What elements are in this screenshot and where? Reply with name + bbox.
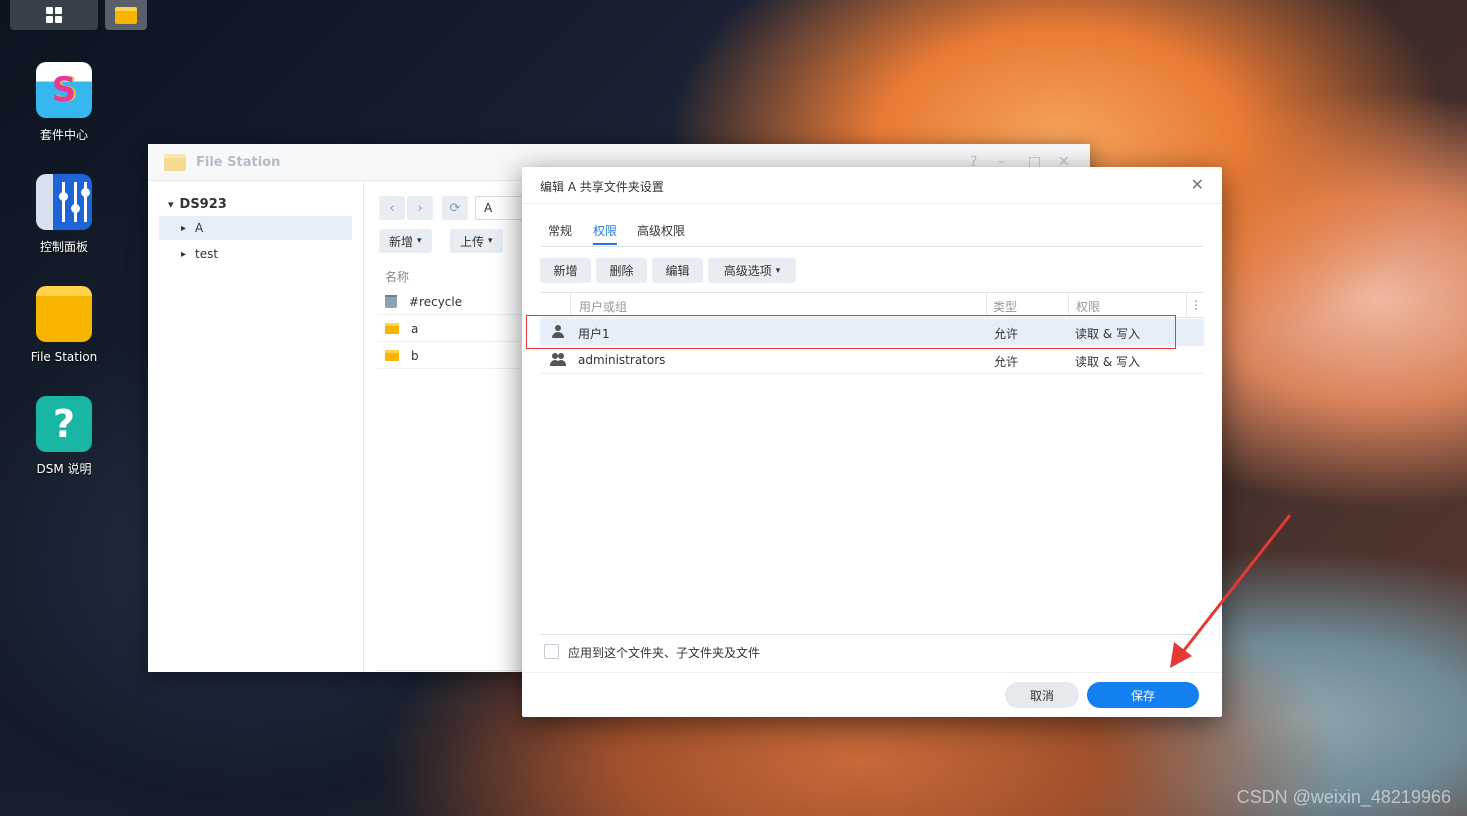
- tab-advanced-permissions[interactable]: 高级权限: [637, 222, 685, 239]
- refresh-icon: ⟳: [449, 200, 461, 216]
- desktop-icon-dsm-help[interactable]: ? DSM 说明: [18, 396, 110, 477]
- advanced-options-button[interactable]: 高级选项: [708, 258, 796, 283]
- divider: [540, 246, 1204, 247]
- column-header-type[interactable]: 类型: [993, 298, 1017, 315]
- folder-icon: [385, 323, 399, 334]
- divider: [522, 672, 1222, 673]
- file-name: #recycle: [409, 294, 463, 309]
- row-user-name: administrators: [578, 353, 666, 367]
- table-row[interactable]: administrators 允许 读取 & 写入: [540, 347, 1204, 374]
- folder-icon: [385, 350, 399, 361]
- tree-item-a[interactable]: A: [159, 216, 352, 240]
- desktop-icon-label: File Station: [30, 350, 98, 364]
- forward-button[interactable]: ›: [407, 196, 433, 220]
- folder-icon: [115, 6, 137, 24]
- recycle-bin-icon: [385, 295, 397, 308]
- desktop-icon-control-panel[interactable]: 控制面板: [18, 174, 110, 255]
- edit-shared-folder-dialog: 编辑 A 共享文件夹设置 ✕ 常规 权限 高级权限 新增 删除 编辑 高级选项 …: [522, 167, 1222, 717]
- back-button[interactable]: ‹: [379, 196, 405, 220]
- divider: [540, 634, 1204, 635]
- delete-button[interactable]: 删除: [596, 258, 647, 283]
- desktop-icon-label: DSM 说明: [36, 462, 92, 476]
- window-title: File Station: [196, 154, 281, 170]
- taskbar-file-station[interactable]: [105, 0, 147, 30]
- tree-item-test[interactable]: test: [159, 242, 352, 266]
- watermark: CSDN @weixin_48219966: [1236, 787, 1451, 807]
- grid-icon: [46, 7, 62, 23]
- add-button[interactable]: 新增: [540, 258, 591, 283]
- folder-icon: [164, 153, 186, 171]
- desktop-icon-label: 套件中心: [39, 128, 88, 142]
- folder-tree: DS923 A test: [148, 181, 364, 672]
- cancel-button[interactable]: 取消: [1005, 682, 1079, 708]
- tab-general[interactable]: 常规: [548, 222, 572, 239]
- apply-to-subfolders-checkbox[interactable]: [544, 644, 559, 659]
- tree-item-label: A: [195, 221, 204, 235]
- help-icon: ?: [36, 396, 92, 452]
- upload-button[interactable]: 上传: [450, 229, 503, 253]
- tab-permissions[interactable]: 权限: [593, 222, 618, 245]
- desktop-icon-file-station[interactable]: File Station: [18, 280, 110, 364]
- apply-to-subfolders-label[interactable]: 应用到这个文件夹、子文件夹及文件: [568, 644, 760, 661]
- desktop-icon-package-center[interactable]: S 套件中心: [18, 62, 110, 143]
- divider: [522, 203, 1222, 204]
- edit-button[interactable]: 编辑: [652, 258, 703, 283]
- column-header-user-or-group[interactable]: 用户或组: [579, 298, 627, 315]
- save-button[interactable]: 保存: [1087, 682, 1199, 708]
- highlight-annotation: [526, 315, 1176, 349]
- column-header-name[interactable]: 名称: [385, 268, 409, 285]
- column-header-permission[interactable]: 权限: [1076, 298, 1100, 315]
- new-button[interactable]: 新增: [379, 229, 432, 253]
- row-permission: 读取 & 写入: [1075, 355, 1140, 369]
- row-type: 允许: [994, 355, 1019, 369]
- close-icon[interactable]: ✕: [1191, 175, 1204, 194]
- file-row[interactable]: #recycle: [377, 289, 527, 315]
- file-row[interactable]: b: [377, 343, 527, 369]
- column-menu-icon[interactable]: ⋮: [1190, 298, 1202, 312]
- folder-icon: [36, 286, 92, 342]
- arrow-annotation: [1170, 514, 1292, 668]
- desktop-icon-label: 控制面板: [39, 240, 88, 254]
- file-row[interactable]: a: [377, 316, 527, 342]
- control-panel-icon: [36, 174, 92, 230]
- dialog-title: 编辑 A 共享文件夹设置: [540, 180, 664, 194]
- tree-root-ds923[interactable]: DS923: [168, 197, 227, 212]
- main-menu-button[interactable]: [10, 0, 98, 30]
- file-name: b: [411, 348, 419, 363]
- group-icon: [550, 353, 566, 366]
- file-name: a: [411, 321, 419, 336]
- tree-item-label: test: [195, 247, 219, 261]
- column-separator: [1186, 293, 1187, 318]
- package-center-icon: S: [36, 62, 92, 118]
- refresh-button[interactable]: ⟳: [442, 196, 468, 220]
